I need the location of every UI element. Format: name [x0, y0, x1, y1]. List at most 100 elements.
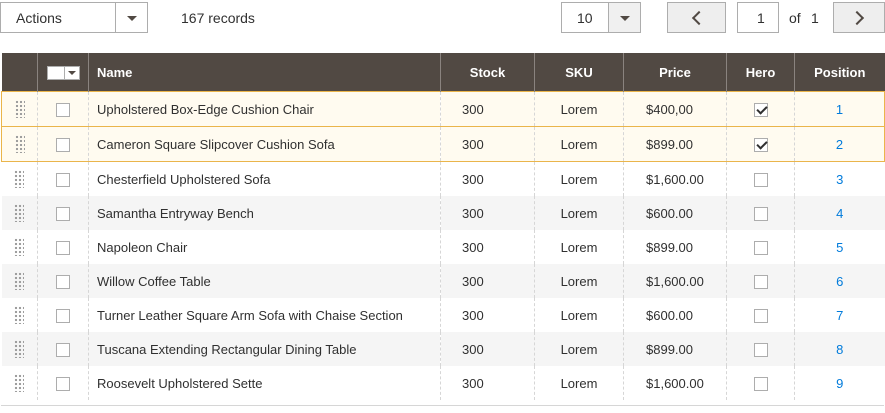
column-header-sku[interactable]: SKU	[534, 53, 624, 92]
drag-handle-icon[interactable]	[14, 374, 25, 392]
select-cell	[37, 264, 89, 298]
per-page-select[interactable]: 10	[561, 2, 641, 33]
stock-value: 300	[440, 126, 535, 162]
records-count: 167 records	[181, 10, 255, 26]
price-value: $1,600.00	[623, 161, 727, 196]
drag-handle-icon[interactable]	[14, 306, 25, 324]
hero-cell	[726, 126, 795, 162]
hero-cell	[726, 161, 795, 196]
select-cell	[37, 126, 89, 162]
table-row[interactable]: Willow Coffee Table 300 Lorem $1,600.00 6	[1, 264, 885, 298]
drag-handle-icon[interactable]	[14, 238, 25, 256]
position-link[interactable]: 7	[794, 298, 885, 332]
drag-handle-icon[interactable]	[14, 272, 25, 290]
drag-handle-icon[interactable]	[14, 100, 25, 118]
hero-cell	[726, 264, 795, 298]
select-cell	[37, 161, 89, 196]
table-row[interactable]: Upholstered Box-Edge Cushion Chair 300 Lor…	[1, 91, 885, 127]
row-select-checkbox[interactable]	[56, 240, 70, 255]
price-value: $400,00	[623, 91, 727, 127]
column-header-position[interactable]: Position	[794, 53, 885, 92]
page-number-input[interactable]: 1	[737, 2, 779, 33]
hero-checkbox[interactable]	[753, 342, 768, 357]
drag-handle-icon[interactable]	[14, 170, 25, 188]
stock-value: 300	[440, 264, 535, 298]
sku-value: Lorem	[534, 264, 624, 298]
position-link[interactable]: 1	[794, 91, 885, 127]
table-row[interactable]: Roosevelt Upholstered Sette 300 Lorem $1,60…	[1, 366, 885, 400]
table-row[interactable]: Samantha Entryway Bench 300 Lorem $600.00 4	[1, 196, 885, 230]
row-select-checkbox[interactable]	[56, 376, 70, 391]
position-link[interactable]: 3	[794, 161, 885, 196]
stock-value: 300	[440, 332, 535, 366]
table-row[interactable]: Turner Leather Square Arm Sofa with Chai…	[1, 298, 885, 332]
actions-dropdown[interactable]: Actions	[0, 2, 148, 33]
product-name: Napoleon Chair	[88, 230, 441, 264]
column-header-name[interactable]: Name	[88, 53, 441, 92]
hero-checkbox[interactable]	[753, 137, 768, 152]
stock-value: 300	[440, 298, 535, 332]
grid-bottom-border	[1, 405, 884, 406]
column-header-hero[interactable]: Hero	[726, 53, 795, 92]
position-link[interactable]: 6	[794, 264, 885, 298]
row-select-checkbox[interactable]	[56, 172, 70, 187]
hero-checkbox[interactable]	[753, 376, 768, 391]
hero-checkbox[interactable]	[753, 102, 768, 117]
stock-value: 300	[440, 91, 535, 127]
sku-value: Lorem	[534, 161, 624, 196]
position-link[interactable]: 4	[794, 196, 885, 230]
sku-value: Lorem	[534, 196, 624, 230]
drag-cell[interactable]	[1, 91, 38, 127]
price-value: $600.00	[623, 298, 727, 332]
row-select-checkbox[interactable]	[56, 274, 70, 289]
grid-toolbar: Actions 167 records 10 1 of 1	[0, 0, 885, 40]
row-select-checkbox[interactable]	[56, 137, 70, 152]
product-name: Upholstered Box-Edge Cushion Chair	[88, 91, 441, 127]
sku-value: Lorem	[534, 298, 624, 332]
drag-cell[interactable]	[2, 366, 38, 400]
actions-toggle[interactable]	[115, 3, 147, 32]
row-select-checkbox[interactable]	[56, 102, 70, 117]
product-name: Willow Coffee Table	[88, 264, 441, 298]
position-link[interactable]: 9	[794, 366, 885, 400]
hero-checkbox[interactable]	[753, 274, 768, 289]
grid-header: Name Stock SKU Price Hero Position	[1, 53, 885, 92]
hero-checkbox[interactable]	[753, 308, 768, 323]
table-row[interactable]: Cameron Square Slipcover Cushion Sofa 300…	[1, 126, 885, 162]
next-page-button[interactable]	[833, 2, 885, 33]
drag-cell[interactable]	[2, 332, 38, 366]
previous-page-button[interactable]	[667, 2, 726, 33]
table-row[interactable]: Chesterfield Upholstered Sofa 300 Lorem $1,…	[1, 161, 885, 197]
drag-handle-icon[interactable]	[14, 204, 25, 222]
hero-cell	[726, 230, 795, 264]
position-link[interactable]: 8	[794, 332, 885, 366]
position-link[interactable]: 5	[794, 230, 885, 264]
hero-checkbox[interactable]	[753, 240, 768, 255]
drag-cell[interactable]	[2, 196, 38, 230]
row-select-checkbox[interactable]	[56, 308, 70, 323]
drag-cell[interactable]	[1, 126, 38, 162]
price-value: $1,600.00	[623, 264, 727, 298]
drag-cell[interactable]	[2, 264, 38, 298]
per-page-toggle[interactable]	[608, 3, 640, 32]
hero-checkbox[interactable]	[753, 172, 768, 187]
table-row[interactable]: Napoleon Chair 300 Lorem $899.00 5	[1, 230, 885, 264]
price-value: $899.00	[623, 230, 727, 264]
product-name: Samantha Entryway Bench	[88, 196, 441, 230]
product-name: Turner Leather Square Arm Sofa with Chai…	[88, 298, 441, 332]
mass-select-control[interactable]	[46, 65, 80, 80]
table-row[interactable]: Tuscana Extending Rectangular Dining Tab…	[1, 332, 885, 366]
drag-cell[interactable]	[2, 298, 38, 332]
drag-cell[interactable]	[2, 230, 38, 264]
drag-handle-icon[interactable]	[14, 340, 25, 358]
drag-cell[interactable]	[2, 162, 38, 197]
position-link[interactable]: 2	[794, 126, 885, 162]
sku-value: Lorem	[534, 366, 624, 400]
drag-handle-icon[interactable]	[14, 135, 25, 153]
column-header-price[interactable]: Price	[623, 53, 727, 92]
column-header-stock[interactable]: Stock	[440, 53, 535, 92]
price-value: $1,600.00	[623, 366, 727, 400]
row-select-checkbox[interactable]	[56, 206, 70, 221]
row-select-checkbox[interactable]	[56, 342, 70, 357]
hero-checkbox[interactable]	[753, 206, 768, 221]
